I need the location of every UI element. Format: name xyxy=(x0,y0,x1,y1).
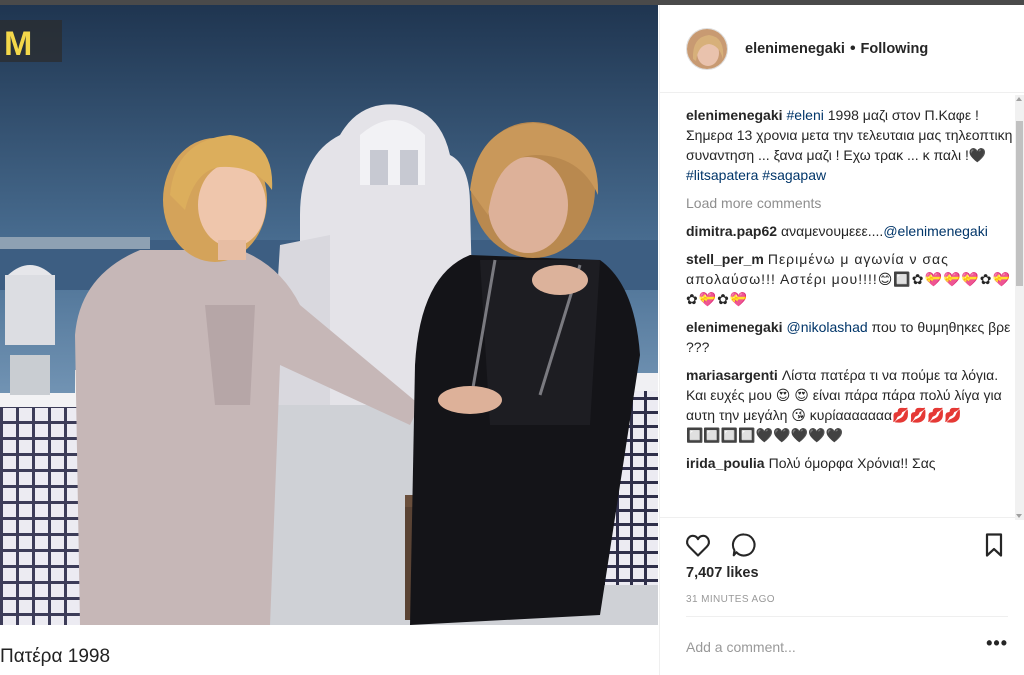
caption-username[interactable]: elenimenegaki xyxy=(686,107,783,123)
avatar[interactable] xyxy=(686,27,728,70)
add-comment-input[interactable]: Add a comment... xyxy=(686,639,796,655)
hashtag-link[interactable]: #sagapaw xyxy=(762,167,826,183)
comments-list[interactable]: elenimenegaki #eleni 1998 μαζι στον Π.Καφ… xyxy=(686,105,1016,515)
comment-item: irida_poulia Πολύ όμορφα Χρόνια!! Σας xyxy=(686,453,1016,473)
comment-text: Πολύ όμορφα Χρόνια!! Σας xyxy=(768,455,936,471)
post-actions-bar xyxy=(660,517,1024,567)
svg-text:M: M xyxy=(4,25,32,63)
comment-item: elenimenegaki @nikolashad που το θυμηθηκε… xyxy=(686,317,1016,357)
comment-icon[interactable] xyxy=(730,531,758,559)
comment-username[interactable]: stell_per_m xyxy=(686,251,764,267)
add-comment-bar: Add a comment... ••• xyxy=(686,616,1008,668)
comments-scrollbar[interactable] xyxy=(1015,95,1024,520)
separator-dot: • xyxy=(849,39,856,57)
hashtag-link[interactable]: #litsapatera xyxy=(686,167,758,183)
video-still-image: M xyxy=(0,5,658,625)
post-caption: elenimenegaki #eleni 1998 μαζι στον Π.Καφ… xyxy=(686,105,1016,185)
load-more-comments-button[interactable]: Load more comments xyxy=(686,193,1016,213)
follow-button[interactable]: Following xyxy=(861,41,929,57)
post-side-panel: elenimenegaki • Following elenimenegaki #… xyxy=(659,5,1024,675)
instagram-post-page: M Πατέρα 1998 elenimenegaki • Following … xyxy=(0,0,1024,675)
avatar-image xyxy=(687,28,727,69)
bookmark-icon[interactable] xyxy=(980,531,1008,559)
comment-username[interactable]: elenimenegaki xyxy=(686,319,783,335)
scroll-up-arrow-icon[interactable] xyxy=(1016,97,1022,101)
heart-icon[interactable] xyxy=(684,531,712,559)
comment-username[interactable]: irida_poulia xyxy=(686,455,765,471)
comment-item: stell_per_m Περιμένω μ αγωνία ν σας απολα… xyxy=(686,249,1016,309)
media-caption-text: Πατέρα 1998 xyxy=(0,646,111,667)
mention-link[interactable]: @elenimenegaki xyxy=(883,223,988,239)
post-username[interactable]: elenimenegaki xyxy=(745,41,845,57)
more-options-icon[interactable]: ••• xyxy=(986,633,1008,654)
comment-item: mariasargenti Λίστα πατέρα τι να πούμε τα… xyxy=(686,365,1016,445)
scrollbar-thumb[interactable] xyxy=(1016,121,1023,286)
post-header: elenimenegaki • Following xyxy=(660,5,1024,93)
comment-username[interactable]: mariasargenti xyxy=(686,367,778,383)
comment-text: αναμενουμεεε.... xyxy=(781,223,884,239)
hashtag-link[interactable]: #eleni xyxy=(787,107,824,123)
scroll-down-arrow-icon[interactable] xyxy=(1016,514,1022,518)
post-media[interactable]: M xyxy=(0,5,658,625)
mention-link[interactable]: @nikolashad xyxy=(787,319,868,335)
post-timestamp[interactable]: 31 MINUTES AGO xyxy=(686,594,775,605)
likes-count[interactable]: 7,407 likes xyxy=(686,565,759,581)
comment-item: dimitra.pap62 αναμενουμεεε....@elenimeneg… xyxy=(686,221,1016,241)
comment-username[interactable]: dimitra.pap62 xyxy=(686,223,777,239)
